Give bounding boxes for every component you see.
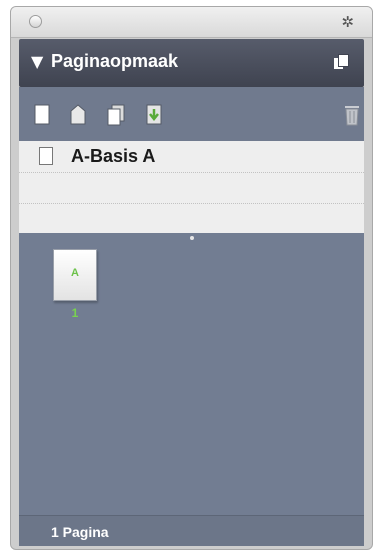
palette-titlebar[interactable]: ✲ [11,7,372,38]
page-icon [39,147,53,165]
duplicate-page-icon[interactable] [105,103,127,127]
master-page-label: A-Basis A [71,146,156,166]
palette-title: Paginaopmaak [51,51,179,71]
page-layout-palette: ✲ ▼ Paginaopmaak A-Basis A A 1 1 Pagina [10,6,373,550]
trash-icon[interactable] [341,103,363,127]
status-bar: 1 Pagina [19,515,364,546]
list-item-empty [19,203,364,234]
disclosure-triangle-icon[interactable]: ▼ [31,52,43,71]
window-close-icon[interactable] [29,15,42,28]
list-item[interactable]: A-Basis A [19,141,364,173]
splitter-handle[interactable] [189,236,194,240]
load-master-icon[interactable] [143,103,165,127]
page-number: 1 [71,306,79,320]
document-pages-area: A 1 [19,233,364,515]
panel-menu-icon[interactable] [334,54,349,70]
blank-page-icon[interactable] [31,103,53,127]
master-page-icon[interactable] [67,103,89,127]
palette-header[interactable]: ▼ Paginaopmaak [19,39,364,87]
page-thumbnail[interactable]: A [53,249,97,301]
gear-icon[interactable]: ✲ [341,13,354,31]
palette-toolbar [19,87,364,141]
page-count: 1 Pagina [51,524,109,540]
thumbnail-master-label: A [71,267,79,279]
list-item-empty [19,172,364,204]
master-pages-list: A-Basis A [19,141,364,233]
